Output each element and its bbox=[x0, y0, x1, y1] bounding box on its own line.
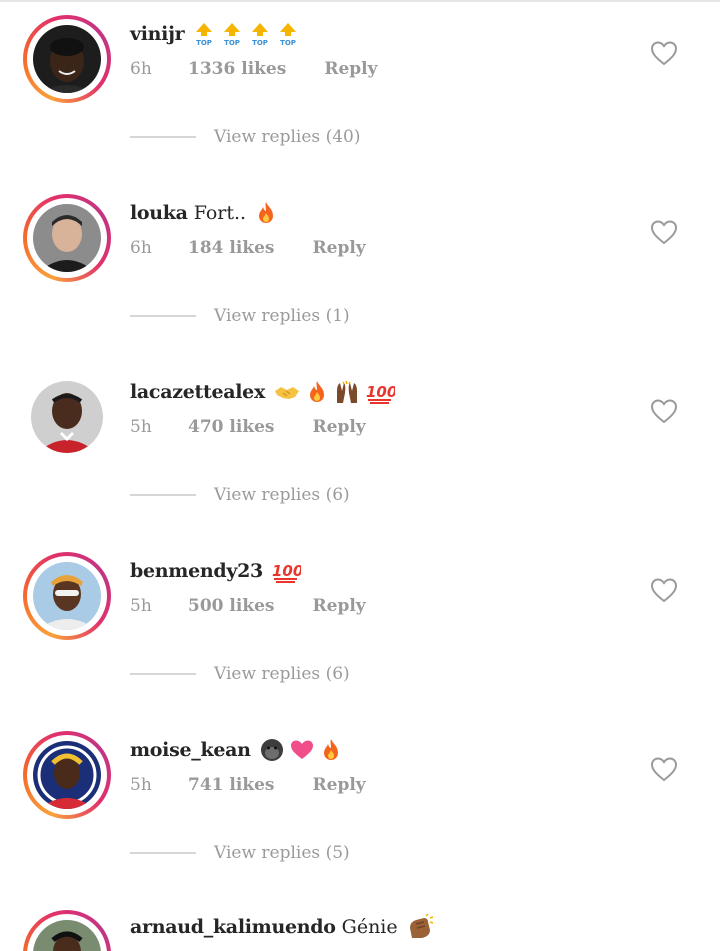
username[interactable]: arnaud_kalimuendo bbox=[130, 916, 336, 938]
replies-divider bbox=[130, 673, 196, 675]
emoji-group bbox=[259, 737, 343, 763]
comment-meta: 5h 500 likes Reply bbox=[130, 593, 366, 619]
comment-meta: 5h 741 likes Reply bbox=[130, 772, 366, 798]
comment-meta: 6h 1336 likes Reply bbox=[130, 56, 378, 82]
like-heart-icon[interactable] bbox=[650, 40, 678, 66]
comment-time: 6h bbox=[130, 238, 152, 258]
view-replies[interactable]: View replies (1) bbox=[130, 304, 350, 328]
username[interactable]: moise_kean bbox=[130, 739, 251, 761]
replies-divider bbox=[130, 852, 196, 854]
emoji-group: TOP TOP TOP TOP bbox=[192, 21, 300, 47]
like-heart-icon[interactable] bbox=[650, 219, 678, 245]
replies-divider bbox=[130, 315, 196, 317]
avatar-story-ring[interactable] bbox=[23, 910, 111, 951]
emoji-group: 100 bbox=[271, 558, 301, 584]
gorilla-emoji bbox=[259, 737, 285, 763]
fire-emoji bbox=[305, 379, 329, 405]
svg-text:TOP: TOP bbox=[224, 39, 240, 47]
view-replies[interactable]: View replies (40) bbox=[130, 125, 360, 149]
comment-meta: 6h 184 likes Reply bbox=[130, 235, 366, 261]
emoji-group: 100 bbox=[273, 379, 395, 405]
comment-text: Génie bbox=[341, 916, 398, 938]
replies-divider bbox=[130, 494, 196, 496]
avatar-frame[interactable] bbox=[23, 373, 111, 461]
comment-time: 5h bbox=[130, 775, 152, 795]
view-replies[interactable]: View replies (6) bbox=[130, 662, 350, 686]
reply-button[interactable]: Reply bbox=[313, 417, 366, 437]
top-arrow-emoji: TOP bbox=[248, 21, 272, 47]
svg-text:100: 100 bbox=[366, 383, 395, 401]
username[interactable]: benmendy23 bbox=[130, 560, 263, 582]
svg-text:TOP: TOP bbox=[252, 39, 268, 47]
heart-emoji bbox=[289, 737, 315, 763]
comment-item: vinijr TOP TOP TOP TOP 6h 1336 likes Rep… bbox=[0, 0, 720, 179]
view-replies[interactable]: View replies (5) bbox=[130, 841, 350, 865]
avatar[interactable] bbox=[33, 204, 101, 272]
username[interactable]: louka bbox=[130, 202, 188, 224]
hundred-emoji: 100 bbox=[365, 379, 395, 405]
raised-hands-emoji bbox=[333, 379, 361, 405]
top-arrow-emoji: TOP bbox=[220, 21, 244, 47]
likes-count[interactable]: 184 likes bbox=[188, 238, 275, 258]
handshake-emoji bbox=[273, 379, 301, 405]
comment-meta: 5h 470 likes Reply bbox=[130, 414, 366, 440]
comment-text: Fort.. bbox=[193, 202, 247, 224]
likes-count[interactable]: 741 likes bbox=[188, 775, 275, 795]
like-heart-icon[interactable] bbox=[650, 577, 678, 603]
comment-time: 6h bbox=[130, 59, 152, 79]
top-arrow-emoji: TOP bbox=[276, 21, 300, 47]
comment-item: benmendy23 100 5h 500 likes Reply View r… bbox=[0, 537, 720, 716]
fire-emoji bbox=[319, 737, 343, 763]
reply-button[interactable]: Reply bbox=[313, 238, 366, 258]
username[interactable]: vinijr bbox=[130, 23, 185, 45]
view-replies-button[interactable]: View replies (6) bbox=[214, 485, 350, 505]
like-heart-icon[interactable] bbox=[650, 398, 678, 424]
emoji-group bbox=[406, 914, 434, 940]
clapping-hands-emoji bbox=[406, 914, 434, 940]
comment-time: 5h bbox=[130, 417, 152, 437]
likes-count[interactable]: 500 likes bbox=[188, 596, 275, 616]
hundred-emoji: 100 bbox=[271, 558, 301, 584]
avatar-story-ring[interactable] bbox=[23, 731, 111, 819]
comment-item: lacazettealex 100 5h 470 likes Reply Vie… bbox=[0, 358, 720, 537]
top-arrow-emoji: TOP bbox=[192, 21, 216, 47]
view-replies-button[interactable]: View replies (6) bbox=[214, 664, 350, 684]
svg-text:TOP: TOP bbox=[280, 39, 296, 47]
avatar[interactable] bbox=[33, 920, 101, 951]
avatar-story-ring[interactable] bbox=[23, 15, 111, 103]
view-replies-button[interactable]: View replies (5) bbox=[214, 843, 350, 863]
avatar-story-ring[interactable] bbox=[23, 552, 111, 640]
svg-text:TOP: TOP bbox=[196, 39, 212, 47]
reply-button[interactable]: Reply bbox=[313, 596, 366, 616]
view-replies-button[interactable]: View replies (40) bbox=[214, 127, 360, 147]
likes-count[interactable]: 470 likes bbox=[188, 417, 275, 437]
view-replies-button[interactable]: View replies (1) bbox=[214, 306, 350, 326]
avatar[interactable] bbox=[33, 25, 101, 93]
svg-text:100: 100 bbox=[272, 562, 301, 580]
username[interactable]: lacazettealex bbox=[130, 381, 265, 403]
avatar[interactable] bbox=[31, 381, 103, 453]
avatar[interactable] bbox=[33, 741, 101, 809]
likes-count[interactable]: 1336 likes bbox=[188, 59, 286, 79]
avatar-story-ring[interactable] bbox=[23, 194, 111, 282]
reply-button[interactable]: Reply bbox=[324, 59, 377, 79]
like-heart-icon[interactable] bbox=[650, 756, 678, 782]
emoji-group bbox=[254, 200, 278, 226]
replies-divider bbox=[130, 136, 196, 138]
comment-time: 5h bbox=[130, 596, 152, 616]
view-replies[interactable]: View replies (6) bbox=[130, 483, 350, 507]
avatar[interactable] bbox=[33, 562, 101, 630]
fire-emoji bbox=[254, 200, 278, 226]
comment-item: moise_kean 5h 741 likes Reply View repli… bbox=[0, 716, 720, 895]
comment-item: louka Fort.. 6h 184 likes Reply View rep… bbox=[0, 179, 720, 358]
comment-item: arnaud_kalimuendo Génie bbox=[0, 895, 720, 951]
reply-button[interactable]: Reply bbox=[313, 775, 366, 795]
